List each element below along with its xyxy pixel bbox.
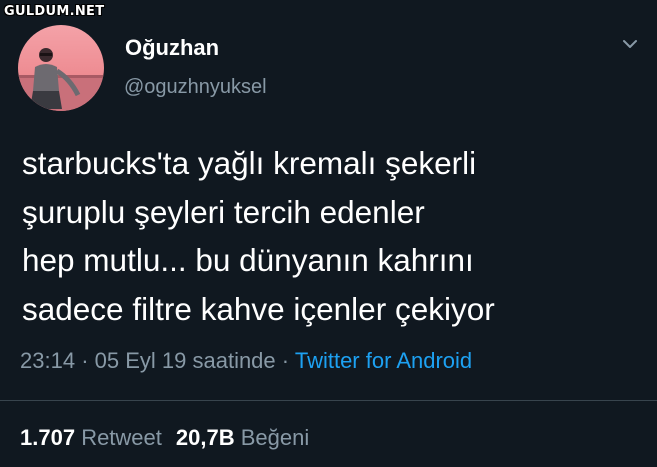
tweet-metadata: 23:14 · 05 Eyl 19 saatinde · Twitter for… [20, 348, 472, 374]
retweet-label: Retweet [81, 425, 162, 450]
like-label: Beğeni [240, 425, 310, 450]
retweet-count: 1.707 [20, 425, 76, 450]
meta-separator: · [281, 348, 290, 373]
tweet-text: starbucks'ta yağlı kremalı şekerli şurup… [22, 139, 647, 333]
tweet-text-line: sadece filtre kahve içenler çekiyor [22, 290, 495, 327]
divider [0, 400, 657, 401]
meta-separator: · [81, 348, 89, 373]
like-stat[interactable]: 20,7B Beğeni [176, 425, 309, 450]
display-name[interactable]: Oğuzhan [125, 35, 219, 61]
tweet-date[interactable]: 05 Eyl 19 saatinde [95, 348, 276, 373]
user-handle[interactable]: @oguzhnyuksel [124, 76, 267, 99]
tweet-text-line: starbucks'ta yağlı kremalı şekerli [22, 145, 477, 181]
tweet-text-line: hep mutlu... bu dünyanın kahrını [22, 242, 474, 278]
site-watermark: GULDUM.NET [4, 4, 105, 19]
like-count: 20,7B [175, 425, 235, 450]
tweet-stats: 1.707 Retweet 20,7B Beğeni [20, 425, 309, 451]
avatar[interactable] [18, 25, 104, 111]
tweet-text-line: şuruplu şeyleri tercih edenler [22, 193, 425, 230]
chevron-down-icon[interactable] [622, 38, 638, 50]
avatar-image [18, 25, 104, 111]
retweet-stat[interactable]: 1.707 Retweet [20, 425, 162, 450]
tweet-time[interactable]: 23:14 [20, 348, 75, 373]
tweet-client-link[interactable]: Twitter for Android [295, 348, 472, 373]
